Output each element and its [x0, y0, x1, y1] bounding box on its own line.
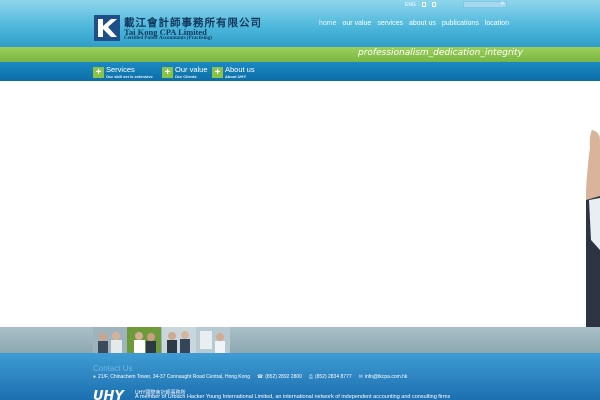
company-logo[interactable]: 載江會計師事務所有限公司 Tai Kong CPA Limited Certif…: [94, 15, 261, 43]
fax-icon: ⎙: [308, 374, 313, 380]
email-icon: ✉: [358, 374, 363, 380]
tagline: professionalism_dedication_integrity: [358, 48, 523, 58]
nav-location[interactable]: location: [485, 20, 509, 27]
subnav-title: About us: [225, 65, 255, 74]
address-text: 21/F, Chinachem Tower, 34-37 Connaught R…: [98, 374, 250, 380]
contact-phone: ☎ (852) 2892 2800: [257, 374, 302, 380]
utility-bar: ENG: [405, 1, 436, 8]
subnav-desc: About UHY: [225, 74, 247, 79]
fax-text: (852) 2834 8777: [314, 374, 352, 380]
subnav-title: Services: [106, 65, 135, 74]
contact-email[interactable]: ✉ info@tkcpa.com.hk: [359, 374, 408, 380]
contact-address: ● 21/F, Chinachem Tower, 34-37 Connaught…: [93, 374, 250, 380]
photo-thumbnail: [196, 327, 230, 353]
language-link[interactable]: ENG: [405, 2, 416, 8]
site-header: [0, 0, 600, 47]
subnav-desc: Our skill set is extensive: [106, 74, 153, 79]
photo-thumbnail: [127, 327, 161, 353]
uhy-member-statement: A member of Urbach Hacker Young Internat…: [135, 394, 451, 400]
contact-fax: ⎙ (852) 2834 8777: [309, 374, 352, 380]
print-icon[interactable]: [421, 2, 426, 7]
email-link[interactable]: info@tkcpa.com.hk: [365, 374, 408, 380]
nav-about-us[interactable]: about us: [409, 20, 436, 27]
subnav-title: Our value: [175, 65, 208, 74]
bookmark-icon[interactable]: [431, 2, 436, 7]
company-subtitle: Certified Public Accountants (Practising…: [124, 36, 212, 41]
location-pin-icon: ●: [93, 374, 97, 380]
nav-our-value[interactable]: our value: [343, 20, 372, 27]
uhy-logo[interactable]: UHY: [93, 389, 124, 400]
photo-thumbnail: [162, 327, 196, 353]
search-input[interactable]: ⚲: [463, 1, 507, 8]
photo-thumbnail: [93, 327, 127, 353]
plus-icon: +: [212, 67, 223, 78]
contact-details: ● 21/F, Chinachem Tower, 34-37 Connaught…: [93, 374, 407, 380]
plus-icon: +: [162, 67, 173, 78]
nav-publications[interactable]: publications: [442, 20, 479, 27]
sub-navigation: [0, 62, 600, 81]
plus-icon: +: [93, 67, 104, 78]
main-banner: [0, 81, 600, 327]
phone-text: (852) 2892 2800: [265, 374, 302, 380]
contact-heading: Contact Us: [93, 364, 133, 373]
top-navigation: home our value services about us publica…: [319, 20, 509, 27]
subnav-desc: Our Clients: [175, 74, 197, 79]
nav-home[interactable]: home: [319, 20, 337, 27]
photo-strip: [0, 327, 600, 354]
business-person-photo: [586, 130, 600, 353]
search-icon[interactable]: ⚲: [499, 2, 506, 7]
nav-services[interactable]: services: [377, 20, 403, 27]
tk-logo-mark-icon: [94, 15, 120, 41]
phone-icon: ☎: [256, 374, 264, 380]
